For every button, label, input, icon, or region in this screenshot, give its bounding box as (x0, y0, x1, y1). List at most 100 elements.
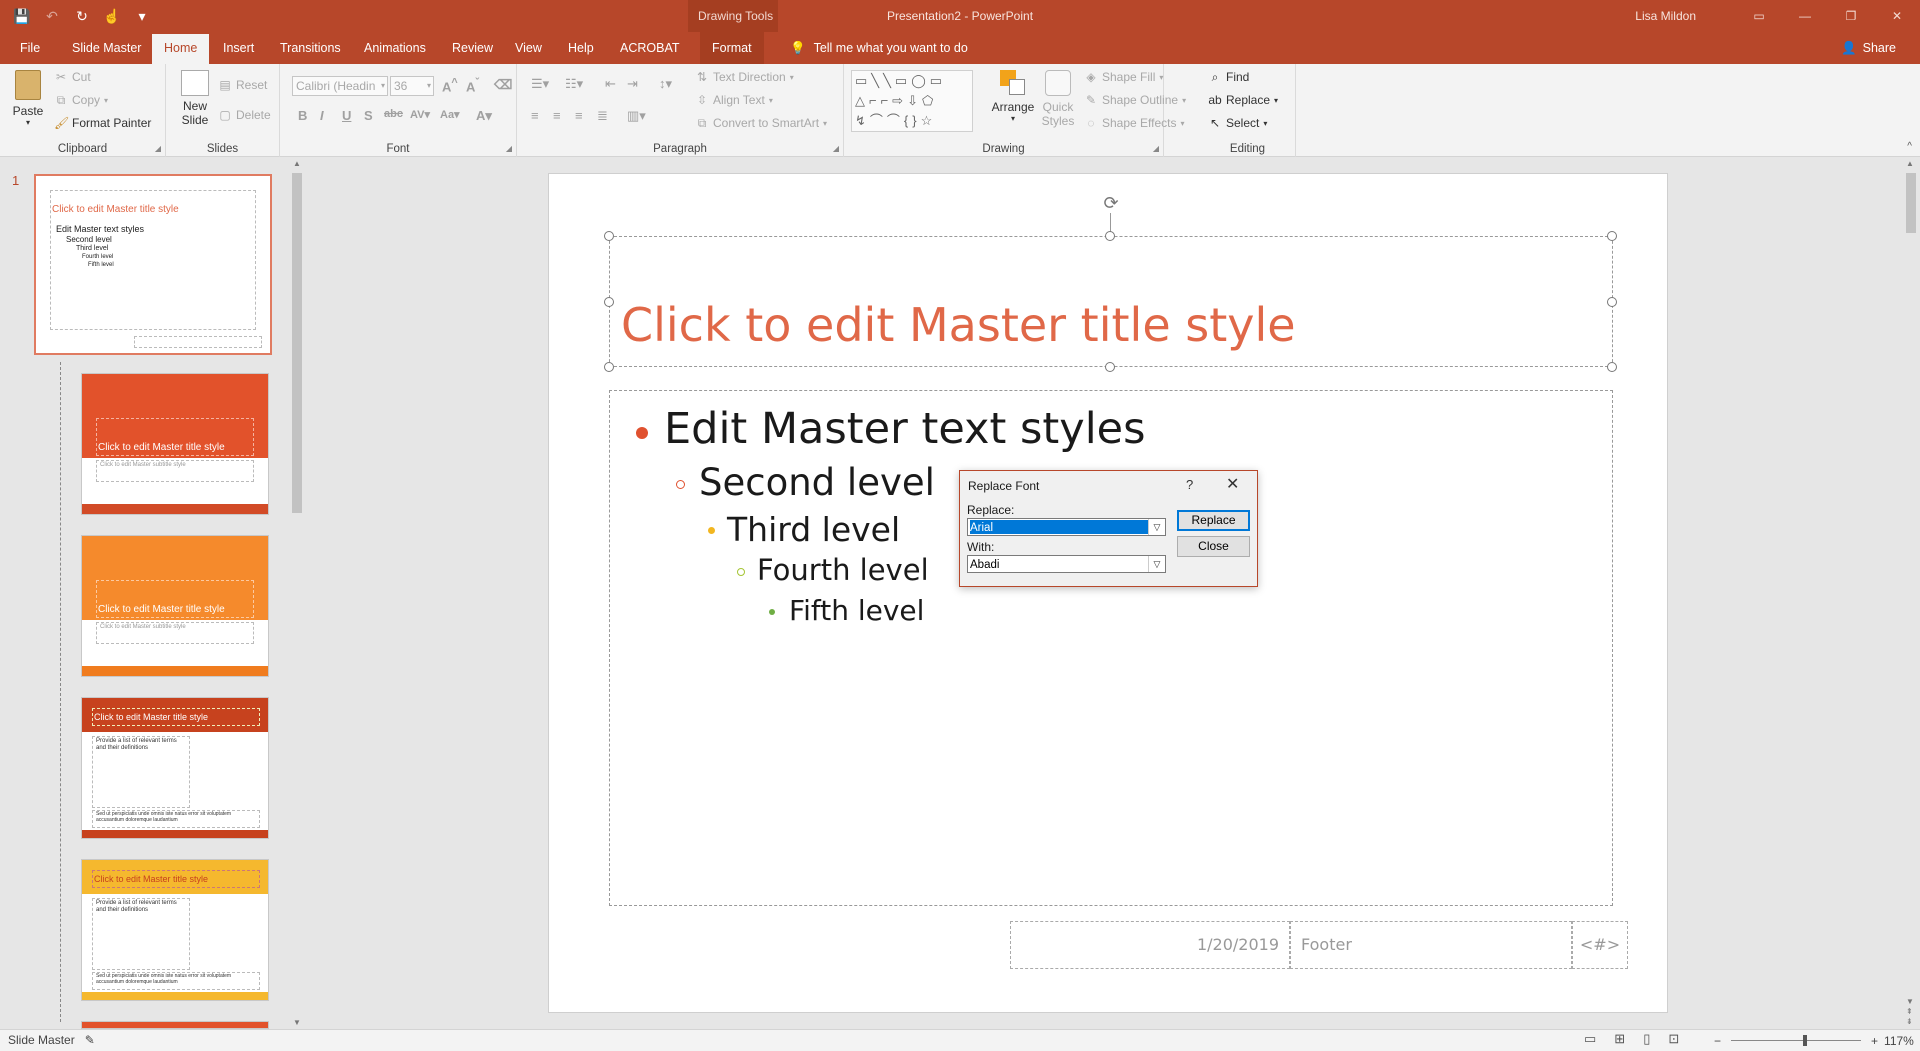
ribbon-display-options-icon[interactable]: ▭ (1736, 0, 1782, 32)
clipboard-launcher-icon[interactable]: ◢ (155, 144, 161, 153)
tab-view[interactable]: View (503, 32, 554, 64)
collapse-ribbon-icon[interactable]: ^ (1907, 141, 1912, 152)
replace-button[interactable]: ab Replace ▾ (1208, 93, 1278, 107)
layout-thumbnail-title[interactable]: Click to edit Master title style Click t… (81, 373, 269, 515)
select-button[interactable]: ↖ Select ▾ (1208, 116, 1267, 130)
touch-mode-icon[interactable]: ☝ (100, 5, 124, 27)
resize-handle-tr[interactable] (1607, 231, 1617, 241)
shape-outline-button[interactable]: ✎ Shape Outline ▾ (1084, 93, 1186, 107)
tab-slide-master[interactable]: Slide Master (60, 32, 153, 64)
with-font-select[interactable]: Abadi ▽ (967, 555, 1166, 573)
slide-sorter-icon[interactable]: ⊞ (1614, 1031, 1625, 1047)
layout-thumbnail-section[interactable]: Click to edit Master title style Click t… (81, 535, 269, 677)
font-color-icon[interactable]: A▾ (476, 108, 492, 124)
tab-acrobat[interactable]: ACROBAT (608, 32, 692, 64)
strikethrough-icon[interactable]: abc (384, 108, 403, 120)
tab-insert[interactable]: Insert (211, 32, 266, 64)
tab-help[interactable]: Help (556, 32, 606, 64)
replace-font-select[interactable]: Arial ▽ (967, 518, 1166, 536)
normal-view-icon[interactable]: ▭ (1584, 1031, 1596, 1047)
resize-handle-bl[interactable] (604, 362, 614, 372)
cut-button[interactable]: ✂ Cut (54, 70, 91, 84)
slideshow-icon[interactable]: ⊡ (1668, 1031, 1679, 1047)
align-text-button[interactable]: ⇳ Align Text ▾ (695, 93, 773, 107)
shapes-gallery[interactable]: ▭╲╲▭◯▭ △⌐⌐⇨⇩⬠ ↯⌒⌒{}☆ (851, 70, 973, 132)
reading-view-icon[interactable]: ▯ (1643, 1031, 1650, 1047)
zoom-level[interactable]: 117% (1884, 1034, 1914, 1048)
close-window-icon[interactable]: ✕ (1874, 0, 1920, 32)
customize-qat-icon[interactable]: ▾ (130, 5, 154, 27)
grow-font-icon[interactable]: A^ (442, 77, 458, 94)
zoom-slider-knob[interactable] (1803, 1035, 1808, 1046)
character-spacing-icon[interactable]: AV▾ (410, 108, 430, 121)
layout-thumbnail-partial[interactable] (81, 1021, 269, 1029)
layout-thumbnail-content-red[interactable]: Click to edit Master title style Provide… (81, 697, 269, 839)
columns-icon[interactable]: ▥▾ (627, 108, 646, 124)
change-case-icon[interactable]: Aa▾ (440, 108, 460, 121)
slide-scroll-down-icons[interactable]: ▼ ⇞ ⇟ (1906, 997, 1914, 1027)
shrink-font-icon[interactable]: Aˇ (466, 77, 479, 94)
increase-indent-icon[interactable]: ⇥ (627, 76, 638, 92)
zoom-in-icon[interactable]: + (1871, 1034, 1878, 1048)
font-launcher-icon[interactable]: ◢ (506, 144, 512, 153)
justify-icon[interactable]: ≣ (597, 108, 608, 124)
quick-styles-button[interactable]: Quick Styles (1038, 70, 1078, 128)
italic-icon[interactable]: I (320, 108, 324, 123)
delete-button[interactable]: ▢ Delete (218, 108, 270, 122)
resize-handle-tc[interactable] (1105, 231, 1115, 241)
clear-formatting-icon[interactable]: ⌫ (494, 77, 512, 93)
slide-scrollbar[interactable]: ▲ ▼ ⇞ ⇟ (1902, 157, 1920, 1029)
thumbnail-scrollbar[interactable]: ▲ ▼ (290, 157, 304, 1029)
resize-handle-mr[interactable] (1607, 297, 1617, 307)
align-left-icon[interactable]: ≡ (531, 108, 539, 123)
replace-button-dialog[interactable]: Replace (1177, 510, 1250, 531)
zoom-slider[interactable] (1731, 1035, 1862, 1046)
slide-scroll-thumb[interactable] (1906, 173, 1916, 233)
layout-thumbnail-content-yellow[interactable]: Click to edit Master title style Provide… (81, 859, 269, 1001)
restore-icon[interactable]: ❐ (1828, 0, 1874, 32)
font-name-combo[interactable]: Calibri (Headin ▾ (292, 76, 388, 96)
scroll-up-icon[interactable]: ▲ (290, 159, 304, 168)
shape-effects-button[interactable]: ◌ Shape Effects ▾ (1084, 116, 1184, 130)
reset-button[interactable]: ▤ Reset (218, 78, 267, 92)
tab-animations[interactable]: Animations (352, 32, 438, 64)
footer-placeholder[interactable]: Footer (1290, 921, 1572, 969)
resize-handle-br[interactable] (1607, 362, 1617, 372)
tab-transitions[interactable]: Transitions (268, 32, 353, 64)
bold-icon[interactable]: B (298, 108, 307, 123)
resize-handle-ml[interactable] (604, 297, 614, 307)
replace-dropdown-icon[interactable]: ▽ (1148, 519, 1165, 535)
slide-number-placeholder[interactable]: <#> (1572, 921, 1628, 969)
redo-icon[interactable]: ↻ (70, 5, 94, 27)
date-placeholder[interactable]: 1/20/2019 (1010, 921, 1290, 969)
arrange-button[interactable]: Arrange ▾ (990, 70, 1036, 123)
undo-icon[interactable]: ↶ (40, 5, 64, 27)
font-size-combo[interactable]: 36 ▾ (390, 76, 434, 96)
new-slide-button[interactable]: New Slide (174, 70, 216, 127)
tab-home[interactable]: Home (152, 34, 210, 64)
with-dropdown-icon[interactable]: ▽ (1148, 556, 1165, 572)
text-direction-button[interactable]: ⇅ Text Direction ▾ (695, 70, 794, 84)
shadow-icon[interactable]: S (364, 108, 373, 123)
underline-icon[interactable]: U (342, 108, 351, 123)
share-button[interactable]: 👤 Share (1841, 32, 1896, 64)
rotate-handle-icon[interactable]: ⟳ (1101, 193, 1121, 213)
copy-button[interactable]: ⧉ Copy ▾ (54, 93, 108, 107)
tell-me-box[interactable]: 💡 Tell me what you want to do (790, 32, 968, 64)
paragraph-launcher-icon[interactable]: ◢ (833, 144, 839, 153)
slide-scroll-up-icon[interactable]: ▲ (1906, 159, 1914, 168)
resize-handle-bc[interactable] (1105, 362, 1115, 372)
numbering-icon[interactable]: ☷▾ (565, 76, 583, 92)
zoom-out-icon[interactable]: − (1714, 1034, 1721, 1048)
master-thumbnail[interactable]: Click to edit Master title style Edit Ma… (34, 174, 272, 355)
format-painter-button[interactable]: 🖌 Format Painter (54, 116, 151, 130)
close-dialog-icon[interactable]: ✕ (1226, 474, 1239, 494)
tab-file[interactable]: File (8, 32, 52, 64)
resize-handle-tl[interactable] (604, 231, 614, 241)
help-icon[interactable]: ? (1186, 477, 1193, 492)
convert-smartart-button[interactable]: ⧉ Convert to SmartArt ▾ (695, 116, 827, 130)
align-right-icon[interactable]: ≡ (575, 108, 583, 123)
close-button[interactable]: Close (1177, 536, 1250, 557)
shape-fill-button[interactable]: ◈ Shape Fill ▾ (1084, 70, 1163, 84)
thumbnail-scroll-thumb[interactable] (292, 173, 302, 513)
